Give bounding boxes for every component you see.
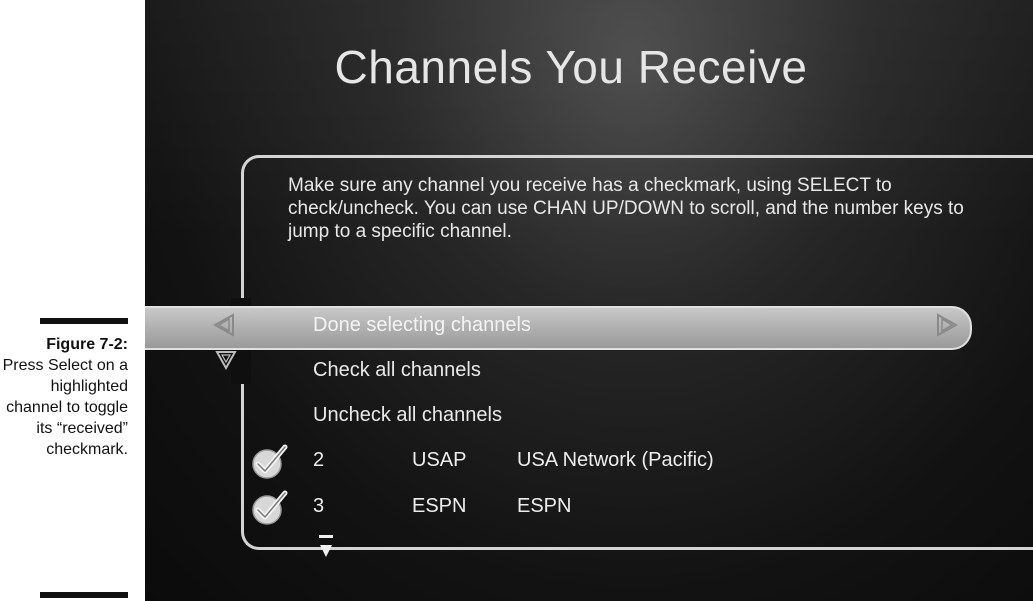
- checkmark-icon[interactable]: [249, 490, 289, 526]
- scroll-indicator-dash: [319, 535, 333, 538]
- caption-bottom-rule: [40, 592, 128, 598]
- menu-item-check-all[interactable]: Check all channels: [313, 359, 481, 382]
- menu-item-done-selecting[interactable]: Done selecting channels: [313, 314, 531, 337]
- channel-number: 2: [313, 449, 325, 471]
- down-outline-arrow-icon: [215, 351, 237, 370]
- channel-row[interactable]: 3 ESPN ESPN: [145, 490, 1005, 526]
- figure-caption: Figure 7-2: Press Select on a highlighte…: [0, 334, 128, 460]
- checkmark-icon[interactable]: [249, 444, 289, 480]
- channel-name: USA Network (Pacific): [517, 449, 714, 471]
- right-arrow-icon[interactable]: [935, 313, 959, 337]
- selection-highlight[interactable]: [145, 306, 972, 350]
- channel-row[interactable]: 2 USAP USA Network (Pacific): [145, 444, 1005, 480]
- channel-number: 3: [313, 495, 325, 517]
- left-arrow-icon[interactable]: [213, 313, 235, 337]
- caption-top-rule: [40, 318, 128, 324]
- scroll-down-icon[interactable]: [320, 545, 332, 557]
- menu-item-uncheck-all[interactable]: Uncheck all channels: [313, 404, 502, 427]
- page-title: Channels You Receive: [334, 41, 808, 93]
- instructions-text: Make sure any channel you receive has a …: [288, 175, 964, 242]
- channel-callsign: USAP: [412, 449, 467, 471]
- channel-callsign: ESPN: [412, 495, 467, 517]
- caption-text: Press Select on a highlighted channel to…: [2, 357, 128, 458]
- channel-name: ESPN: [517, 495, 572, 517]
- tv-screen: Channels You Receive Make sure any chann…: [145, 0, 1033, 601]
- figure-label: Figure 7-2:: [46, 336, 128, 353]
